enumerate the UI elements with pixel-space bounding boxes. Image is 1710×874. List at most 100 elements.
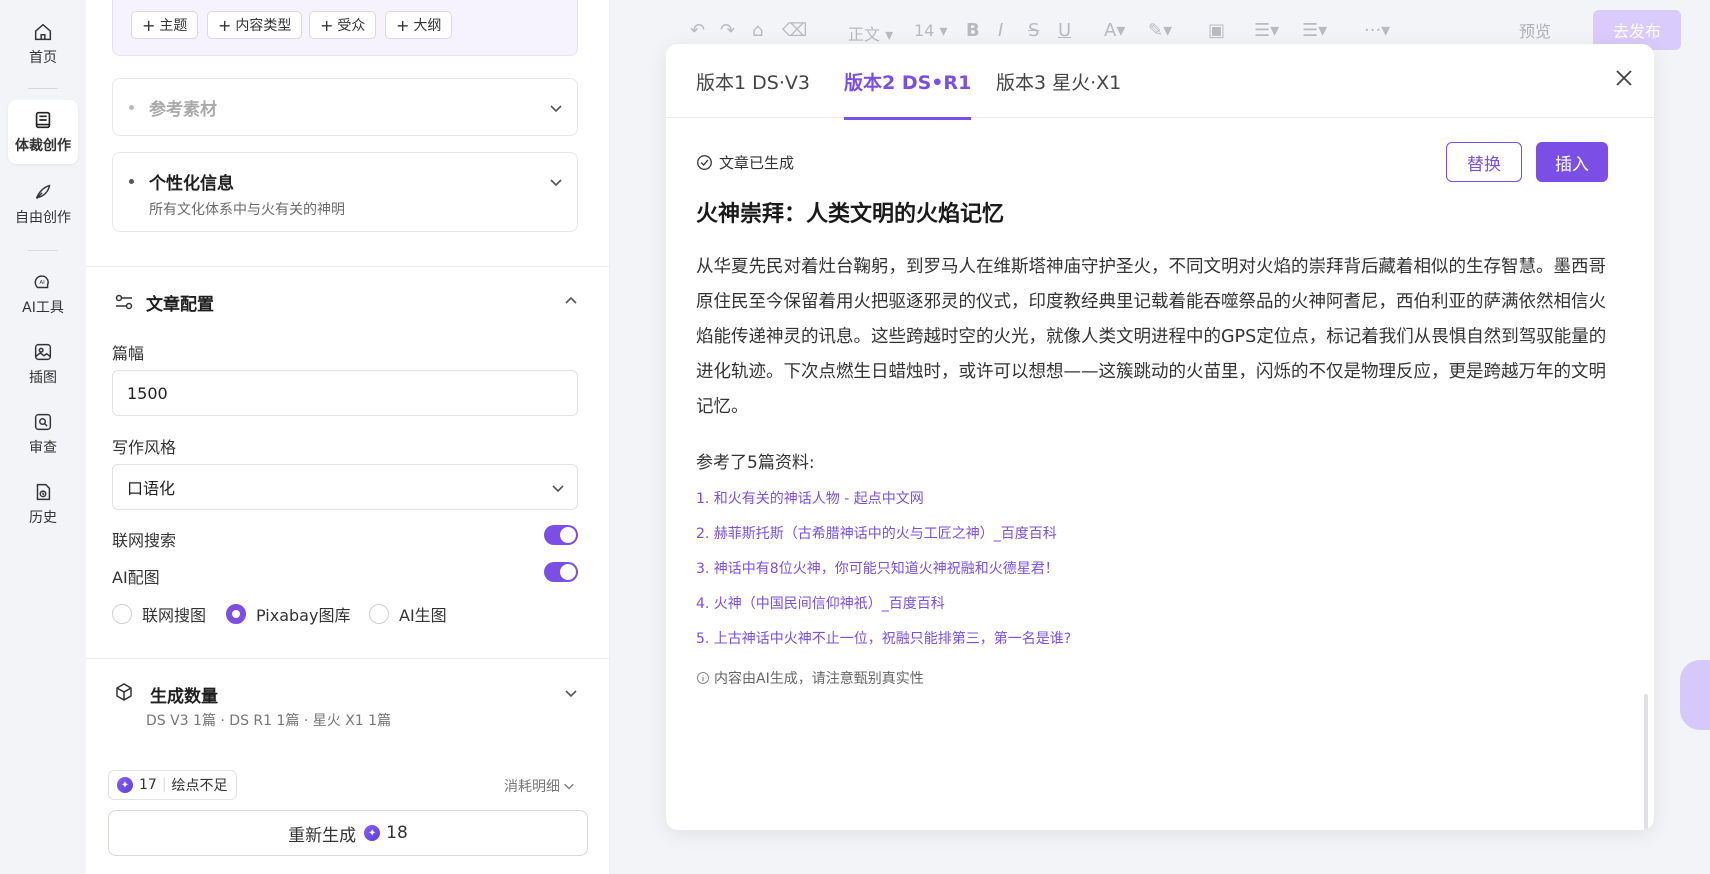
reference-title: 参考素材 <box>149 100 217 120</box>
insert-button[interactable]: 插入 <box>1536 142 1608 182</box>
reference-link[interactable]: 4. 火神（中国民间信仰神祇）_百度百科 <box>696 593 945 613</box>
font-color-icon[interactable]: A▾ <box>1104 20 1125 41</box>
reference-card[interactable]: 参考素材 <box>112 78 578 136</box>
tag-label: 受众 <box>337 18 366 34</box>
nav-item-ai-tools[interactable]: AI AI工具 <box>8 262 78 326</box>
settings-sliders-icon <box>115 294 133 310</box>
radio-label: Pixabay图库 <box>256 606 351 625</box>
check-circle-icon <box>697 155 712 170</box>
length-input[interactable]: 1500 <box>112 370 578 416</box>
nav-item-illustration[interactable]: 插图 <box>8 332 78 396</box>
chevron-up-icon[interactable] <box>564 294 578 308</box>
eraser-icon[interactable]: ⌫ <box>782 20 807 41</box>
radio-ai-generate[interactable]: AI生图 <box>369 602 447 626</box>
nav-item-history[interactable]: 历史 <box>8 472 78 536</box>
add-outline-button[interactable]: + 大纲 <box>385 11 453 39</box>
points-note: 绘点不足 <box>171 778 228 794</box>
points-badge: ✦ 17 | 绘点不足 <box>108 770 237 800</box>
indent-icon[interactable]: ☰▾ <box>1302 20 1327 41</box>
chevron-down-icon[interactable] <box>549 175 563 189</box>
history-icon <box>36 483 51 501</box>
plus-icon: + <box>218 15 232 35</box>
nav-divider <box>28 88 58 89</box>
assistant-mascot-icon[interactable] <box>1680 660 1710 730</box>
cube-icon <box>116 683 132 701</box>
review-icon <box>34 413 52 431</box>
references-heading: 参考了5篇资料: <box>696 453 815 473</box>
reference-link[interactable]: 2. 赫菲斯托斯（古希腊神话中的火与工匠之神）_百度百科 <box>696 523 1057 543</box>
radio-web-image[interactable]: 联网搜图 <box>112 602 206 626</box>
web-search-toggle[interactable] <box>544 525 578 545</box>
font-size-select[interactable]: 14 ▾ <box>914 21 947 40</box>
paragraph-style-value: 正文 <box>848 25 881 44</box>
chevron-down-icon[interactable] <box>549 101 563 115</box>
style-select[interactable]: 口语化 <box>112 464 578 510</box>
close-icon[interactable] <box>1612 66 1636 90</box>
tab-version-1[interactable]: 版本1 DS·V3 <box>696 68 810 117</box>
image-icon <box>34 343 52 361</box>
article-body: 从华夏先民对着灶台鞠躬，到罗马人在维斯塔神庙守护圣火，不同文明对火焰的崇拜背后藏… <box>696 257 1607 417</box>
radio-circle <box>369 604 389 624</box>
generate-bar: ✦ 17 | 绘点不足 消耗明细 重新生成 ✦ 18 <box>86 760 609 874</box>
info-icon <box>697 672 709 684</box>
reference-link[interactable]: 1. 和火有关的神话人物 - 起点中文网 <box>696 488 924 508</box>
detail-label: 消耗明细 <box>504 779 560 795</box>
nav-divider <box>28 250 58 251</box>
paragraph-style-select[interactable]: 正文 ▾ <box>848 21 893 45</box>
ai-image-toggle[interactable] <box>544 562 578 582</box>
replace-button[interactable]: 替换 <box>1446 142 1522 182</box>
scrollbar[interactable] <box>1644 694 1648 830</box>
divider <box>86 266 609 267</box>
settings-panel: + 主题 + 内容类型 + 受众 + 大纲 参考素材 个性化信息 所有文化体系中与火有关… <box>86 0 610 874</box>
status-generated: 文章已生成 <box>696 152 794 173</box>
nav-item-free-writing[interactable]: 自由创作 <box>8 172 78 236</box>
consumption-detail-link[interactable]: 消耗明细 <box>504 776 575 796</box>
radio-pixabay[interactable]: Pixabay图库 <box>226 602 350 626</box>
tag-label: 大纲 <box>413 18 442 34</box>
italic-icon[interactable]: I <box>998 20 1003 41</box>
nav-item-home[interactable]: 首页 <box>8 12 78 76</box>
config-title: 文章配置 <box>146 295 214 315</box>
undo-icon[interactable]: ↶ <box>690 20 705 41</box>
more-icon[interactable]: ···▾ <box>1364 20 1390 41</box>
personal-info-card[interactable]: 个性化信息 所有文化体系中与火有关的神明 <box>112 152 578 232</box>
chevron-down-icon <box>564 783 574 790</box>
personal-info-title: 个性化信息 <box>149 174 234 194</box>
reference-link[interactable]: 5. 上古神话中火神不止一位，祝融只能排第三，第一名是谁? <box>696 628 1071 648</box>
add-audience-button[interactable]: + 受众 <box>309 11 377 39</box>
tag-label: 内容类型 <box>235 18 292 34</box>
regenerate-label: 重新生成 <box>288 825 357 846</box>
plus-icon: + <box>396 15 410 35</box>
reference-link[interactable]: 3. 神话中有8位火神，你可能只知道火神祝融和火德星君！ <box>696 558 1059 578</box>
highlight-icon[interactable]: ✎▾ <box>1148 20 1172 41</box>
add-content-type-button[interactable]: + 内容类型 <box>207 11 303 39</box>
strikethrough-icon[interactable]: S <box>1028 20 1039 41</box>
tab-version-2[interactable]: 版本2 DS•R1 <box>844 68 972 120</box>
redo-icon[interactable]: ↷ <box>720 20 735 41</box>
format-painter-icon[interactable]: ⌂ <box>752 20 763 41</box>
radio-label: 联网搜图 <box>142 606 207 625</box>
add-topic-button[interactable]: + 主题 <box>131 11 199 39</box>
ai-image-label: AI配图 <box>112 568 160 587</box>
chevron-down-icon[interactable] <box>564 686 578 700</box>
gem-icon: ✦ <box>364 825 381 841</box>
nav-label: 首页 <box>29 50 57 66</box>
nav-label: AI工具 <box>22 300 64 316</box>
preview-button[interactable]: 预览 <box>1490 12 1580 48</box>
nav-label: 审查 <box>29 440 57 456</box>
nav-rail: 首页 体裁创作 自由创作 AI AI工具 插图 审查 历史 <box>0 0 86 874</box>
tab-version-3[interactable]: 版本3 星火·X1 <box>996 68 1121 117</box>
chevron-down-icon <box>552 485 564 493</box>
nav-item-review[interactable]: 审查 <box>8 402 78 466</box>
length-label: 篇幅 <box>112 344 145 363</box>
bold-icon[interactable]: B <box>966 20 980 41</box>
underline-icon[interactable]: U <box>1058 20 1071 41</box>
pen-icon <box>35 184 51 199</box>
radio-circle <box>112 604 132 624</box>
disclaimer-text: 内容由AI生成，请注意甄别真实性 <box>714 671 924 687</box>
align-icon[interactable]: ☰▾ <box>1254 20 1279 41</box>
insert-image-icon[interactable]: ▣ <box>1208 20 1225 41</box>
regenerate-button[interactable]: 重新生成 ✦ 18 <box>108 810 588 856</box>
bullet-dot <box>129 179 134 184</box>
nav-item-genre-writing[interactable]: 体裁创作 <box>8 100 78 164</box>
